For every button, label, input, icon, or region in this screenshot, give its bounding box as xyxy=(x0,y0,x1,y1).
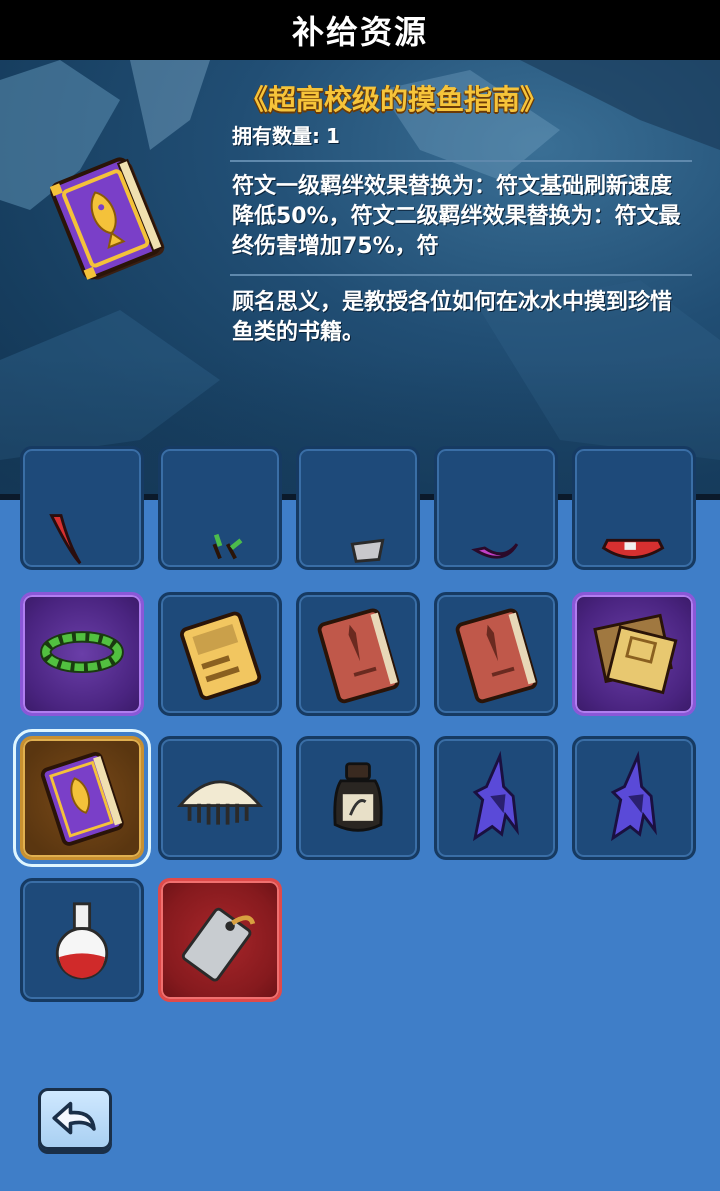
item-detail-panel: 《超高校级的摸鱼指南》 拥有数量: 1 符文一级羁绊效果替换为：符文基础刷新速度降… xyxy=(0,60,720,496)
owned-count: 1 xyxy=(326,124,340,148)
owned-label: 拥有数量: xyxy=(232,124,320,148)
potion-flask-icon xyxy=(55,902,109,980)
inventory-slot-potion-flask[interactable] xyxy=(20,878,144,1002)
back-arrow-icon xyxy=(52,1101,96,1135)
brown-book-icon xyxy=(455,608,538,704)
inventory-slot-brown-book-1[interactable] xyxy=(296,592,420,716)
header-bar: 补给资源 xyxy=(0,0,720,60)
map-scroll-icon xyxy=(593,613,678,695)
item-name: 《超高校级的摸鱼指南》 xyxy=(240,83,549,116)
back-button[interactable] xyxy=(38,1088,112,1150)
fish-book-icon xyxy=(42,148,182,288)
inventory-slot-green-sprout[interactable] xyxy=(158,446,282,570)
inventory-slot-ink-bottle[interactable] xyxy=(296,736,420,860)
red-gem-icon xyxy=(601,538,665,559)
wizard-hat-icon xyxy=(472,750,519,842)
inventory-slot-tag[interactable] xyxy=(158,878,282,1002)
inventory-slot-brown-book-2[interactable] xyxy=(434,592,558,716)
silver-tool-icon xyxy=(350,538,385,563)
inventory-slot-wizard-hat-1[interactable] xyxy=(434,736,558,860)
inventory-slot-wizard-hat-2[interactable] xyxy=(572,736,696,860)
page-title: 补给资源 xyxy=(291,13,428,51)
divider-top xyxy=(230,160,692,162)
red-feather-icon xyxy=(49,514,82,565)
inventory-slot-silver-tool[interactable] xyxy=(296,446,420,570)
yellow-book-icon xyxy=(180,611,262,701)
inventory-slot-red-gem[interactable] xyxy=(572,446,696,570)
inventory-slot-fish-book[interactable] xyxy=(13,729,151,867)
inventory-slot-map-scroll[interactable] xyxy=(572,592,696,716)
brown-book-icon xyxy=(317,608,400,704)
flavor-description: 顾名思义，是教授各位如何在冰水中摸到珍惜鱼类的书籍。 xyxy=(232,290,673,345)
inventory-slot-pink-horn[interactable] xyxy=(434,446,558,570)
divider-middle xyxy=(230,274,692,276)
ink-bottle-icon xyxy=(333,762,383,832)
inventory-slot-red-feather[interactable] xyxy=(20,446,144,570)
tag-icon xyxy=(181,907,256,982)
comb-icon xyxy=(176,780,264,825)
laurel-wreath-icon xyxy=(40,631,124,674)
green-sprout-icon xyxy=(212,533,243,560)
inventory-slot-laurel-wreath[interactable] xyxy=(20,592,144,716)
wizard-hat-icon xyxy=(610,750,657,842)
effect-description[interactable]: 符文一级羁绊效果替换为：符文基础刷新速度降低50%，符文二级羁绊效果替换为：符文… xyxy=(232,172,692,264)
inventory-slot-yellow-book[interactable] xyxy=(158,592,282,716)
pink-horn-icon xyxy=(471,543,519,559)
owned-count-row: 拥有数量: 1 xyxy=(232,120,340,149)
fish-book-icon xyxy=(40,751,124,846)
inventory-slot-comb[interactable] xyxy=(158,736,282,860)
